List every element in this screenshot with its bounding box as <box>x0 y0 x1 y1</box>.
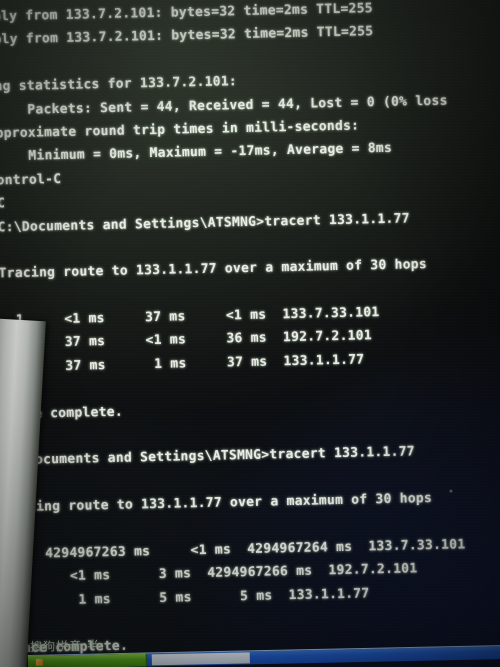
dust-speck <box>449 489 453 493</box>
command-prompt-console[interactable]: ply from 133.7.2.101: bytes=32 time=2ms … <box>0 0 500 667</box>
ime-indicator[interactable]: 搜狗拼音 半: <box>30 636 105 655</box>
windows-logo-icon <box>35 658 43 666</box>
screen-surface: ply from 133.7.2.101: bytes=32 time=2ms … <box>0 0 500 667</box>
start-button[interactable] <box>27 653 147 667</box>
dust-speck <box>154 85 157 88</box>
taskbar-window-item[interactable] <box>151 652 250 666</box>
monitor-photo: ply from 133.7.2.101: bytes=32 time=2ms … <box>0 0 500 667</box>
